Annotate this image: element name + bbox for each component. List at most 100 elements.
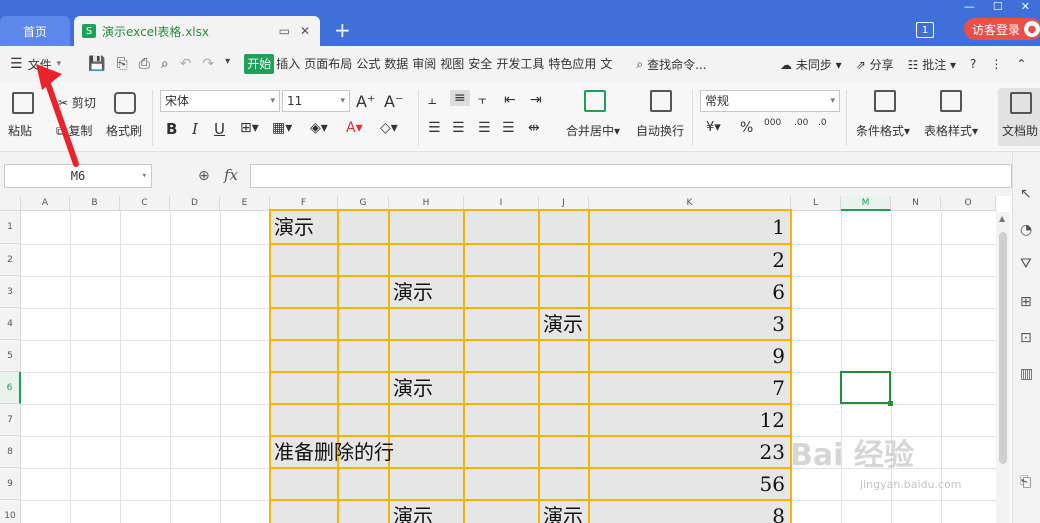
print-preview-icon[interactable]: ⌕ xyxy=(161,56,169,72)
print-icon[interactable]: ⎙ xyxy=(139,56,150,72)
grid-apps-icon[interactable]: ⊡ xyxy=(1020,330,1032,346)
decrease-decimal-icon[interactable]: .0 xyxy=(818,118,827,128)
help-icon[interactable]: ? xyxy=(970,57,976,71)
column-header[interactable]: A xyxy=(21,196,70,211)
thousands-icon[interactable]: 000 xyxy=(764,118,781,128)
formula-input[interactable] xyxy=(250,164,1012,188)
scrollbar-thumb[interactable] xyxy=(999,232,1007,464)
column-header[interactable]: L xyxy=(791,196,841,211)
column-header[interactable]: D xyxy=(170,196,220,211)
column-header[interactable]: C xyxy=(120,196,170,211)
cell-value[interactable]: 56 xyxy=(589,469,785,499)
new-tab-icon[interactable]: + xyxy=(334,18,351,42)
collapse-ribbon-icon[interactable]: ⌃ xyxy=(1016,57,1026,71)
tab-home[interactable]: 首页 xyxy=(0,16,70,46)
save-icon[interactable]: 💾 xyxy=(88,56,105,72)
align-right-icon[interactable]: ☰ xyxy=(478,120,491,136)
cell-text[interactable]: 演示 xyxy=(393,501,433,523)
cell-text[interactable]: 演示 xyxy=(543,501,583,523)
style-icon[interactable]: ⛛ xyxy=(1020,256,1032,272)
share-button[interactable]: ⇗ 分享 xyxy=(856,56,894,73)
doc-helper-button[interactable]: 文档助 xyxy=(998,88,1040,146)
cell-text[interactable]: 演示 xyxy=(393,277,433,307)
menu-tab-features[interactable]: 特色应用 xyxy=(546,54,598,74)
cell-text[interactable]: 准备删除的行 xyxy=(274,437,394,467)
cell-value[interactable]: 2 xyxy=(589,245,785,275)
pin-tab-icon[interactable]: ▭ xyxy=(279,24,290,38)
menu-tab-formula[interactable]: 公式 xyxy=(354,54,382,74)
table-icon[interactable]: ⊞ xyxy=(1020,294,1032,310)
paste-label[interactable]: 粘贴 xyxy=(8,122,32,139)
format-painter-label[interactable]: 格式刷 xyxy=(106,122,142,139)
row-header[interactable]: 10 xyxy=(0,500,21,523)
indent-decrease-icon[interactable]: ⇤ xyxy=(504,92,516,108)
select-all-corner[interactable] xyxy=(0,196,21,211)
menu-tab-view[interactable]: 视图 xyxy=(438,54,466,74)
fx-button[interactable]: fx xyxy=(224,166,238,184)
row-header[interactable]: 4 xyxy=(0,308,21,340)
menu-tab-insert[interactable]: 插入 xyxy=(274,54,302,74)
cell-value[interactable]: 7 xyxy=(589,373,785,403)
cell-value[interactable]: 3 xyxy=(589,309,785,339)
decrease-font-icon[interactable]: A⁻ xyxy=(384,92,403,111)
export-icon[interactable]: ⎘ xyxy=(116,56,127,72)
search-command[interactable]: ⌕ 查找命令... xyxy=(636,56,706,73)
justify-icon[interactable]: ☰ xyxy=(502,120,515,136)
customize-icon[interactable]: ▾ xyxy=(225,56,230,72)
scroll-up-icon[interactable]: ▲ xyxy=(999,214,1005,223)
row-header[interactable]: 7 xyxy=(0,404,21,436)
menu-tab-data[interactable]: 数据 xyxy=(382,54,410,74)
wrap-text-label[interactable]: 自动换行 xyxy=(636,122,684,139)
border-icon[interactable]: ⊞▾ xyxy=(240,120,259,136)
login-button[interactable]: 访客登录 ● xyxy=(964,18,1040,40)
row-header[interactable]: 6 xyxy=(0,372,21,404)
row-header[interactable]: 1 xyxy=(0,211,21,244)
increase-font-icon[interactable]: A⁺ xyxy=(356,92,375,111)
conditional-format-icon[interactable] xyxy=(874,90,896,112)
underline-button[interactable]: U xyxy=(214,120,225,138)
menu-tab-page-layout[interactable]: 页面布局 xyxy=(302,54,354,74)
menu-tab-developer[interactable]: 开发工具 xyxy=(494,54,546,74)
bold-button[interactable]: B xyxy=(166,120,177,138)
row-header[interactable]: 2 xyxy=(0,244,21,276)
more-icon[interactable]: ⋮ xyxy=(990,57,1002,71)
maximize-icon[interactable]: ☐ xyxy=(993,0,1003,13)
window-count-badge[interactable]: 1 xyxy=(916,22,934,38)
sync-button[interactable]: ☁ 未同步 ▾ xyxy=(780,56,842,73)
cell-value[interactable]: 8 xyxy=(589,501,785,523)
table-style-button[interactable]: 表格样式▾ xyxy=(924,122,978,139)
cell-value[interactable]: 23 xyxy=(589,437,785,467)
row-header[interactable]: 5 xyxy=(0,340,21,372)
eraser-icon[interactable]: ◇▾ xyxy=(380,120,398,136)
fill-pattern-icon[interactable]: ▦▾ xyxy=(272,120,292,136)
currency-icon[interactable]: ¥▾ xyxy=(706,120,721,135)
row-header[interactable]: 8 xyxy=(0,436,21,468)
paste-icon[interactable] xyxy=(12,92,34,114)
menu-tab-more[interactable]: 文 xyxy=(598,54,614,74)
cell-value[interactable]: 12 xyxy=(589,405,785,435)
font-name-select[interactable]: 宋体 ▾ xyxy=(160,90,280,112)
align-center-icon[interactable]: ☰ xyxy=(452,120,465,136)
indent-increase-icon[interactable]: ⇥ xyxy=(530,92,542,108)
menu-tab-security[interactable]: 安全 xyxy=(466,54,494,74)
percent-button[interactable]: % xyxy=(740,120,753,136)
align-top-icon[interactable]: ⫠ xyxy=(428,92,436,108)
row-header[interactable]: 9 xyxy=(0,468,21,500)
align-bottom-icon[interactable]: ⫟ xyxy=(478,92,486,108)
chart-icon[interactable]: ▥ xyxy=(1020,366,1033,382)
close-window-icon[interactable]: ✕ xyxy=(1021,0,1030,13)
column-header[interactable]: M xyxy=(841,196,891,211)
comment-button[interactable]: ☷ 批注 ▾ xyxy=(908,56,956,73)
cell-value[interactable]: 1 xyxy=(589,212,785,242)
align-middle-icon[interactable]: ≡ xyxy=(450,90,470,106)
column-header[interactable]: B xyxy=(70,196,120,211)
font-size-select[interactable]: 11 ▾ xyxy=(282,90,350,112)
distributed-icon[interactable]: ⇹ xyxy=(528,120,540,136)
merge-center-button[interactable]: 合并居中▾ xyxy=(566,122,620,139)
zoom-icon[interactable]: ⊕ xyxy=(198,168,210,184)
column-header[interactable]: E xyxy=(220,196,270,211)
close-tab-icon[interactable]: ✕ xyxy=(300,24,310,38)
menu-tab-review[interactable]: 审阅 xyxy=(410,54,438,74)
row-header[interactable]: 3 xyxy=(0,276,21,308)
minimize-icon[interactable]: — xyxy=(964,0,975,13)
